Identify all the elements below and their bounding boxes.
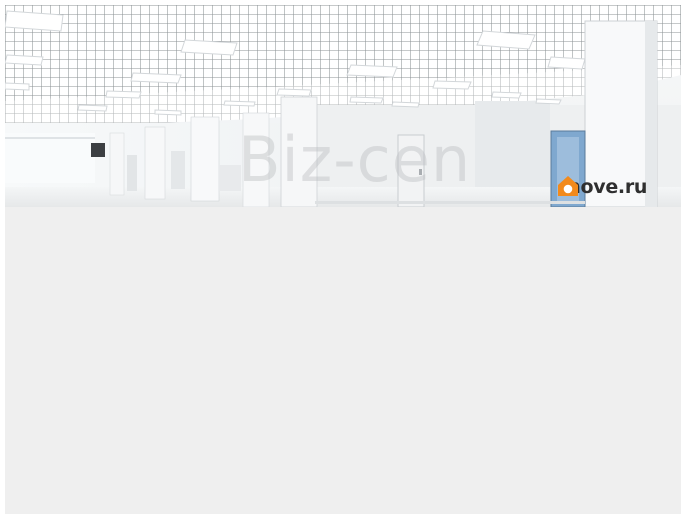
office-interior-photo: Biz-cen move.ru bbox=[5, 5, 681, 207]
brand-logo[interactable]: move.ru bbox=[556, 174, 647, 200]
empty-content-area bbox=[5, 207, 681, 514]
listing-image-frame: Biz-cen move.ru bbox=[5, 5, 681, 514]
watermark-text: Biz-cen bbox=[238, 123, 472, 196]
house-icon bbox=[558, 176, 578, 196]
